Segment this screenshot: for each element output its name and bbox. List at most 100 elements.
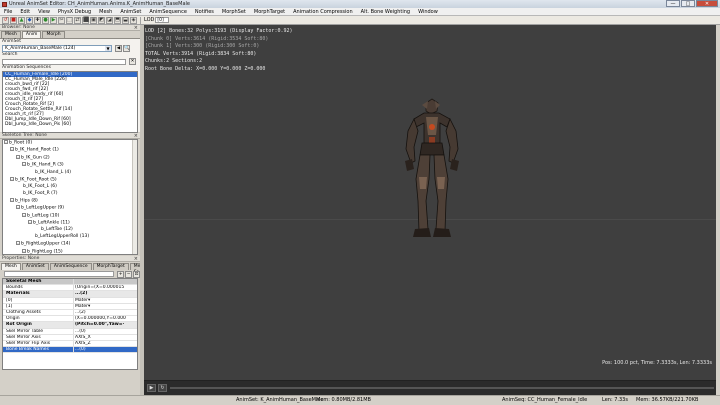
close-pane-icon[interactable]: × bbox=[134, 256, 138, 262]
expand-toggle-icon[interactable]: - bbox=[28, 219, 32, 224]
menu-morphtarget[interactable]: MorphTarget bbox=[250, 8, 289, 16]
property-value[interactable] bbox=[73, 279, 137, 285]
toolbar-button-1-icon[interactable]: ↺ bbox=[2, 16, 9, 24]
menu-window[interactable]: Window bbox=[414, 8, 442, 16]
skeleton-tree[interactable]: - b_Root (0) - b_IK_Hand_Root (1) - b_IK_Gun … bbox=[2, 139, 138, 255]
menu-animation-compression[interactable]: Animation Compression bbox=[289, 8, 357, 16]
tab-mesh[interactable]: Mesh bbox=[1, 263, 21, 270]
play-button[interactable]: ▶ bbox=[147, 384, 156, 392]
tree-node[interactable]: - b_IK_Foot_Root (5) bbox=[3, 176, 137, 184]
tree-node[interactable]: b_IK_Hand_L (4) bbox=[3, 170, 137, 177]
property-value[interactable]: ...(0) bbox=[73, 347, 137, 353]
property-value[interactable]: ...(2) bbox=[73, 309, 137, 316]
menu-file[interactable]: File bbox=[0, 8, 16, 16]
loop-button[interactable]: ↻ bbox=[158, 384, 167, 392]
collapse-all-button[interactable]: − bbox=[125, 270, 133, 278]
toolbar-button-17-icon[interactable]: ◈ bbox=[130, 16, 137, 24]
animation-sequence-list[interactable]: CC_Human_Female_Idle [200] CC_Human_Male_… bbox=[2, 71, 138, 133]
toolbar-button-13-icon[interactable]: ◩ bbox=[98, 16, 105, 24]
3d-viewport[interactable]: LOD [2] Bones:32 Polys:3193 (Display Fac… bbox=[144, 25, 716, 380]
property-value[interactable]: ...(0) bbox=[73, 328, 137, 334]
property-search-input[interactable] bbox=[4, 271, 115, 277]
toolbar-button-2-icon[interactable]: ■ bbox=[10, 16, 17, 24]
property-value[interactable]: Mater▾ bbox=[73, 303, 137, 309]
tab-animsequence[interactable]: AnimSequence bbox=[49, 263, 92, 270]
property-value[interactable]: AXIS_X bbox=[73, 334, 137, 340]
property-value[interactable]: AXIS_Z bbox=[73, 340, 137, 347]
expand-toggle-icon[interactable]: - bbox=[10, 147, 14, 152]
toolbar-button-12-icon[interactable]: ▣ bbox=[90, 16, 97, 24]
menu-notifies[interactable]: Notifies bbox=[191, 8, 218, 16]
menu-view[interactable]: View bbox=[34, 8, 54, 16]
toolbar-button-3-icon[interactable]: ▲ bbox=[18, 16, 25, 24]
expand-toggle-icon[interactable]: - bbox=[4, 140, 8, 144]
expand-toggle-icon[interactable]: - bbox=[22, 162, 26, 167]
minimize-button[interactable]: — bbox=[666, 0, 680, 7]
menu-physx-debug[interactable]: PhysX Debug bbox=[54, 8, 95, 16]
tab-animset[interactable]: AnimSet bbox=[21, 263, 49, 270]
tree-node[interactable]: - b_LeftLegUpper (9) bbox=[3, 205, 137, 212]
tree-scrollbar[interactable] bbox=[132, 140, 137, 254]
property-value[interactable]: Mater▾ bbox=[73, 297, 137, 303]
toolbar-button-5-icon[interactable]: ✚ bbox=[34, 16, 41, 24]
menu-animsequence[interactable]: AnimSequence bbox=[145, 8, 191, 16]
toolbar-button-11-icon[interactable]: ⬛ bbox=[82, 16, 89, 24]
expand-toggle-icon[interactable]: - bbox=[10, 197, 14, 202]
property-row[interactable]: Bone Break Names ...(0) bbox=[3, 347, 137, 354]
toolbar-button-4-icon[interactable]: ◆ bbox=[26, 16, 33, 24]
expand-all-button[interactable]: + bbox=[117, 270, 125, 278]
toolbar-button-14-icon[interactable]: ◪ bbox=[106, 16, 113, 24]
expand-toggle-icon[interactable]: - bbox=[22, 212, 26, 217]
tree-node[interactable]: b_LeftLegUpperRoll (13) bbox=[3, 234, 137, 241]
maximize-button[interactable]: □ bbox=[681, 0, 695, 7]
toolbar-button-15-icon[interactable]: ⬒ bbox=[114, 16, 121, 24]
property-value[interactable]: ...(2) bbox=[73, 291, 137, 297]
expand-toggle-icon[interactable]: - bbox=[10, 176, 14, 181]
browse-button[interactable]: 🔍 bbox=[123, 45, 130, 52]
lod-dropdown[interactable]: [0] bbox=[155, 17, 170, 23]
clear-search-button[interactable]: ✕ bbox=[129, 58, 136, 65]
menu-edit[interactable]: Edit bbox=[16, 8, 34, 16]
tree-node[interactable]: - b_Root (0) bbox=[3, 140, 137, 147]
toolbar-button-16-icon[interactable]: ⬓ bbox=[122, 16, 129, 24]
lock-button[interactable]: ⊡ bbox=[133, 270, 140, 278]
tab-morphtarget[interactable]: MorphTarget bbox=[92, 263, 129, 270]
toolbar-button-7-icon[interactable]: ▶ bbox=[50, 16, 57, 24]
toolbar-button-10-icon[interactable]: ⇄ bbox=[74, 16, 81, 24]
tree-node[interactable]: - b_RightLegUpper (14) bbox=[3, 241, 137, 248]
tab-mesh[interactable]: Mesh bbox=[1, 31, 21, 38]
close-button[interactable]: ✕ bbox=[696, 0, 718, 7]
expand-toggle-icon[interactable]: - bbox=[16, 154, 20, 159]
tab-morph[interactable]: Morph bbox=[42, 31, 65, 38]
tree-node[interactable]: - b_LeftLeg (10) bbox=[3, 212, 137, 220]
animset-dropdown[interactable]: K_AnimHuman_BaseMale (124) ▼ bbox=[2, 45, 112, 52]
tree-node[interactable]: - b_Hips (8) bbox=[3, 197, 137, 205]
use-selected-button[interactable]: ◀ bbox=[115, 45, 122, 52]
tree-node[interactable]: b_IK_Foot_R (7) bbox=[3, 191, 137, 198]
sequence-search-input[interactable] bbox=[2, 58, 126, 65]
menu-alt-bone-weighting[interactable]: Alt. Bone Weighting bbox=[357, 8, 414, 16]
tree-node[interactable]: b_IK_Foot_L (6) bbox=[3, 184, 137, 191]
property-value[interactable]: (X=0.000000,Y=0.000 bbox=[73, 316, 137, 322]
toolbar-button-9-icon[interactable]: ⬚ bbox=[66, 16, 73, 24]
toolbar-button-8-icon[interactable]: ✂ bbox=[58, 16, 65, 24]
tree-node[interactable]: - b_IK_Gun (2) bbox=[3, 154, 137, 162]
tab-anim[interactable]: Anim bbox=[21, 31, 42, 38]
tree-node[interactable]: - b_RightLeg (15) bbox=[3, 248, 137, 254]
property-grid[interactable]: Skeletal Mesh Bounds (Origin=(X=0.000015 Ma… bbox=[2, 278, 138, 370]
expand-toggle-icon[interactable]: - bbox=[16, 241, 20, 246]
menu-mesh[interactable]: Mesh bbox=[95, 8, 116, 16]
menu-animset[interactable]: AnimSet bbox=[116, 8, 145, 16]
toolbar-button-6-icon[interactable]: ● bbox=[42, 16, 49, 24]
tree-node[interactable]: - b_IK_Hand_Root (1) bbox=[3, 147, 137, 154]
property-value[interactable]: (Origin=(X=0.000015 bbox=[73, 285, 137, 291]
expand-toggle-icon[interactable]: - bbox=[16, 205, 20, 210]
tree-node[interactable]: - b_IK_Hand_R (3) bbox=[3, 162, 137, 169]
timeline-scrubber[interactable] bbox=[170, 387, 714, 389]
menu-morphset[interactable]: MorphSet bbox=[218, 8, 250, 16]
robot-character-model[interactable] bbox=[402, 97, 460, 247]
close-pane-icon[interactable]: × bbox=[134, 25, 138, 31]
property-value[interactable]: (Pitch=0.00°,Yaw=· bbox=[73, 322, 137, 328]
expand-toggle-icon[interactable]: - bbox=[22, 248, 26, 253]
list-item[interactable]: Dbl_Jump_Idle_Down_Pis [60] bbox=[3, 122, 137, 127]
